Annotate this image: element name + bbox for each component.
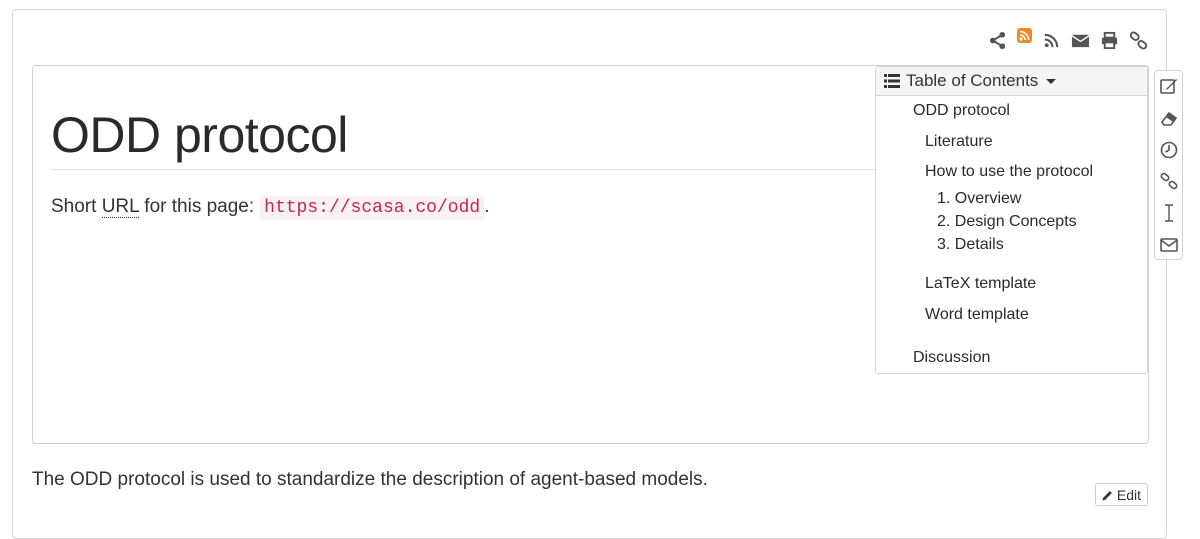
side-tools-panel <box>1154 70 1183 260</box>
toc-item-details[interactable]: 3. Details <box>937 236 1004 254</box>
short-url-mid: for this page: <box>139 196 255 217</box>
caret-down-icon <box>1046 78 1057 84</box>
short-url-line: Short URL for this page: https://scasa.co… <box>51 196 490 220</box>
eraser-icon[interactable] <box>1160 109 1178 127</box>
toc-item-overview[interactable]: 1. Overview <box>937 190 1021 208</box>
toc-item-word-template[interactable]: Word template <box>925 306 1029 324</box>
page-actions-toolbar <box>988 27 1148 50</box>
toc-item-discussion[interactable]: Discussion <box>913 349 990 367</box>
toc-item-odd-protocol[interactable]: ODD protocol <box>913 102 1010 120</box>
title-divider <box>51 169 876 170</box>
history-icon[interactable] <box>1160 141 1178 159</box>
rss-icon[interactable] <box>1042 31 1061 50</box>
toc-item-how-to-use[interactable]: How to use the protocol <box>925 163 1093 181</box>
short-url-code[interactable]: https://scasa.co/odd <box>260 196 485 220</box>
edit-button[interactable]: Edit <box>1095 483 1148 506</box>
envelope-icon[interactable] <box>1160 236 1178 254</box>
toc-title: Table of Contents <box>906 71 1039 90</box>
toc-item-design-concepts[interactable]: 2. Design Concepts <box>937 213 1077 231</box>
short-url-suffix: . <box>484 196 490 217</box>
link-icon[interactable] <box>1129 31 1148 50</box>
url-abbreviation: URL <box>101 196 140 218</box>
share-icon[interactable] <box>988 31 1007 50</box>
list-icon <box>884 74 900 88</box>
link-icon[interactable] <box>1160 172 1178 190</box>
toc-item-latex-template[interactable]: LaTeX template <box>925 275 1036 293</box>
intro-paragraph: The ODD protocol is used to standardize … <box>32 469 708 490</box>
rss-badge-icon[interactable] <box>1017 27 1032 43</box>
edit-button-label: Edit <box>1116 486 1141 503</box>
toc-header[interactable]: Table of Contents <box>876 67 1147 96</box>
text-cursor-icon[interactable] <box>1160 204 1178 222</box>
email-icon[interactable] <box>1071 31 1090 50</box>
short-url-prefix: Short <box>51 196 102 217</box>
edit-icon[interactable] <box>1160 77 1178 95</box>
page-title: ODD protocol <box>51 107 348 163</box>
pencil-icon <box>1102 490 1112 500</box>
print-icon[interactable] <box>1100 31 1119 50</box>
table-of-contents: Table of Contents ODD protocol Literatur… <box>875 66 1148 374</box>
toc-item-literature[interactable]: Literature <box>925 133 993 151</box>
